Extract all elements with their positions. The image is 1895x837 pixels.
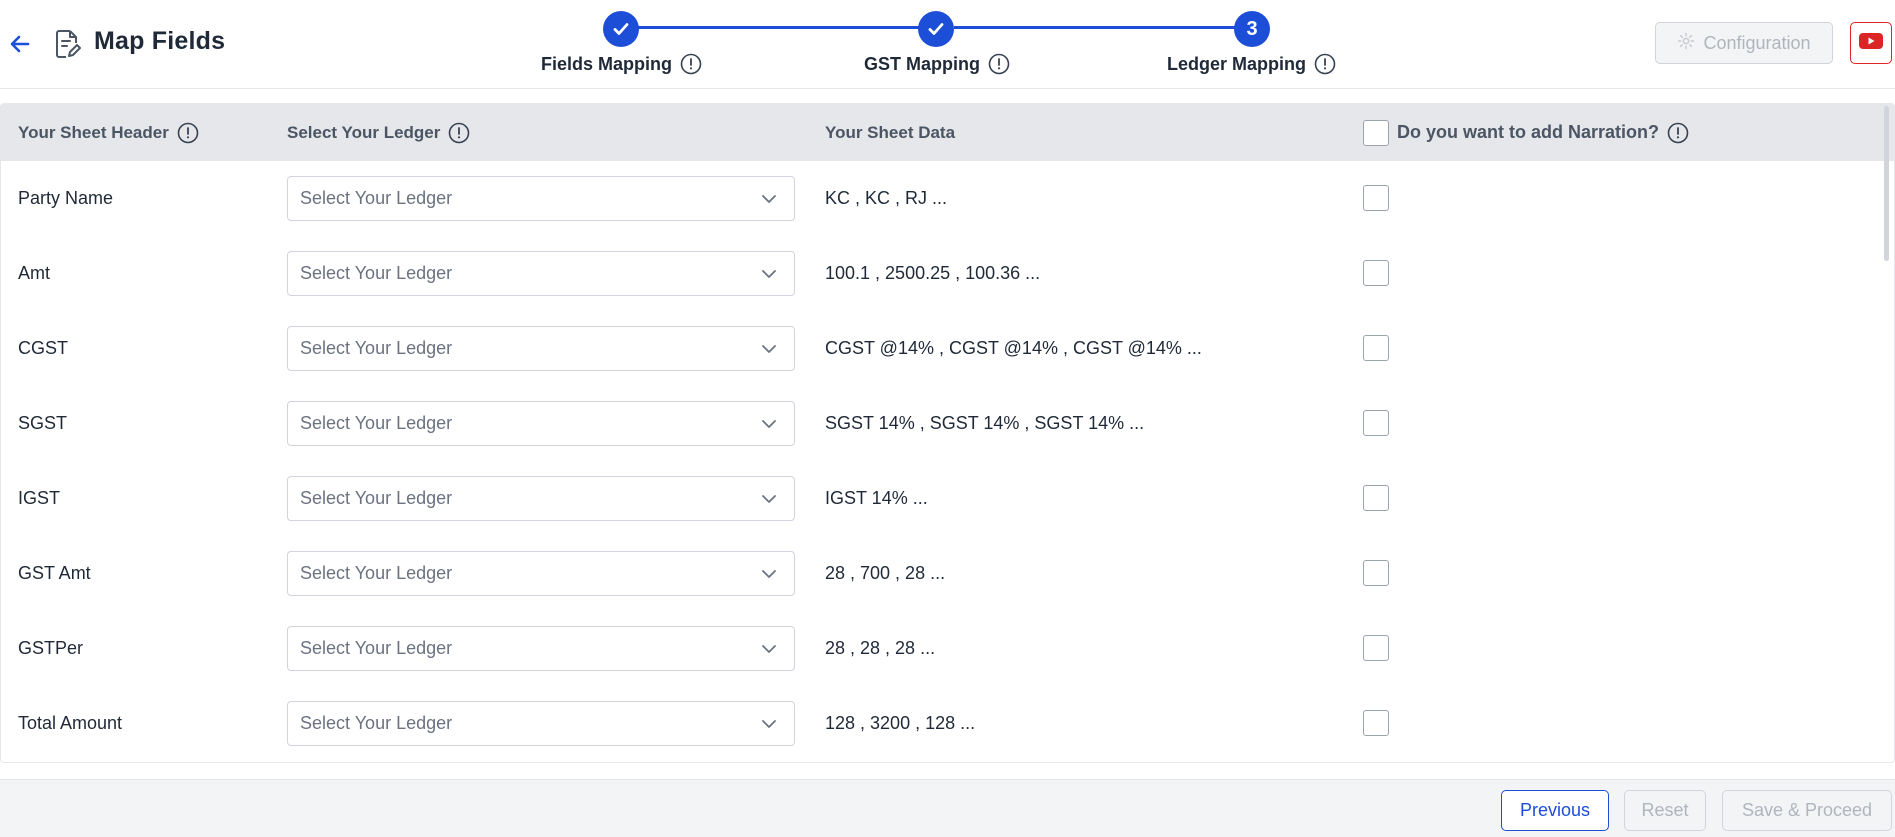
column-header-sheet-data: Your Sheet Data (825, 104, 955, 161)
chevron-down-icon (760, 640, 778, 658)
table-row: Total Amount Select Your Ledger 128 , 32… (1, 686, 1881, 761)
column-header-select-ledger: Select Your Ledger (287, 104, 470, 161)
step-1-text: Fields Mapping (541, 53, 673, 74)
row-sheet-header: GST Amt (18, 563, 91, 583)
select-placeholder: Select Your Ledger (300, 488, 453, 508)
row-sheet-data: KC , KC , RJ ... (825, 188, 948, 208)
chevron-down-icon (760, 265, 778, 283)
row-sheet-data: 28 , 28 , 28 ... (825, 638, 936, 658)
table-row: Amt Select Your Ledger 100.1 , 2500.25 ,… (1, 236, 1881, 311)
table-row: Party Name Select Your Ledger KC , KC , … (1, 161, 1881, 236)
ledger-select-dropdown[interactable]: Select Your Ledger (287, 176, 795, 221)
chevron-down-icon (760, 565, 778, 583)
narration-checkbox[interactable] (1363, 635, 1389, 661)
row-sheet-header: SGST (18, 413, 68, 433)
footer-bar: Previous Reset Save & Proceed (0, 779, 1895, 837)
reset-button[interactable]: Reset (1624, 790, 1706, 831)
row-sheet-header: GSTPer (18, 638, 84, 658)
narration-checkbox[interactable] (1363, 260, 1389, 286)
row-sheet-data: 100.1 , 2500.25 , 100.36 ... (825, 263, 1041, 283)
step-1-label[interactable]: Fields Mapping (541, 53, 702, 75)
ledger-mapping-table: Your Sheet Header Select Your Ledger You… (0, 103, 1895, 763)
document-edit-icon (53, 29, 81, 59)
select-placeholder: Select Your Ledger (300, 638, 453, 658)
table-row: CGST Select Your Ledger CGST @14% , CGST… (1, 311, 1881, 386)
row-sheet-header: Party Name (18, 188, 114, 208)
column-header-narration: Do you want to add Narration? (1363, 104, 1689, 161)
table-row: IGST Select Your Ledger IGST 14% ... (1, 461, 1881, 536)
ledger-select-dropdown[interactable]: Select Your Ledger (287, 626, 795, 671)
column-header-label: Your Sheet Data (825, 122, 956, 142)
ledger-select-dropdown[interactable]: Select Your Ledger (287, 326, 795, 371)
row-sheet-header: Total Amount (18, 713, 123, 733)
previous-button[interactable]: Previous (1501, 790, 1609, 831)
chevron-down-icon (760, 715, 778, 733)
ledger-select-dropdown[interactable]: Select Your Ledger (287, 251, 795, 296)
column-header-sheet-header: Your Sheet Header (18, 104, 199, 161)
step-3-text: Ledger Mapping (1167, 53, 1306, 74)
narration-checkbox[interactable] (1363, 560, 1389, 586)
vertical-scrollbar[interactable] (1884, 106, 1889, 261)
page-title: Map Fields (94, 27, 226, 55)
info-icon[interactable] (1667, 122, 1689, 144)
select-placeholder: Select Your Ledger (300, 713, 453, 733)
row-sheet-header: CGST (18, 338, 69, 358)
select-placeholder: Select Your Ledger (300, 263, 453, 283)
select-placeholder: Select Your Ledger (300, 563, 453, 583)
select-placeholder: Select Your Ledger (300, 188, 453, 208)
info-icon[interactable] (1314, 53, 1336, 75)
select-placeholder: Select Your Ledger (300, 338, 453, 358)
step-1-check-icon[interactable] (603, 11, 639, 47)
column-header-label: Your Sheet Header (18, 122, 169, 142)
ledger-select-dropdown[interactable]: Select Your Ledger (287, 701, 795, 746)
ledger-select-dropdown[interactable]: Select Your Ledger (287, 401, 795, 446)
ledger-select-dropdown[interactable]: Select Your Ledger (287, 551, 795, 596)
ledger-select-dropdown[interactable]: Select Your Ledger (287, 476, 795, 521)
chevron-down-icon (760, 415, 778, 433)
narration-checkbox[interactable] (1363, 710, 1389, 736)
table-header: Your Sheet Header Select Your Ledger You… (1, 104, 1894, 161)
narration-checkbox[interactable] (1363, 485, 1389, 511)
narration-select-all-checkbox[interactable] (1363, 119, 1389, 146)
info-icon[interactable] (177, 122, 199, 144)
step-2-text: GST Mapping (864, 53, 980, 74)
step-2-check-icon[interactable] (918, 11, 954, 47)
back-arrow-icon[interactable] (6, 30, 34, 58)
stepper-connector-1 (638, 26, 923, 29)
step-2-label[interactable]: GST Mapping (864, 53, 1010, 75)
column-header-label: Do you want to add Narration? (1397, 122, 1660, 142)
top-header: Map Fields Fields Mapping GST Mapping 3 … (0, 0, 1895, 89)
step-3-number[interactable]: 3 (1234, 11, 1270, 47)
narration-checkbox[interactable] (1363, 335, 1389, 361)
row-sheet-data: 128 , 3200 , 128 ... (825, 713, 976, 733)
row-sheet-data: SGST 14% , SGST 14% , SGST 14% ... (825, 413, 1145, 433)
column-header-label: Select Your Ledger (287, 122, 441, 142)
info-icon[interactable] (680, 53, 702, 75)
stepper-connector-2 (954, 26, 1254, 29)
save-proceed-button[interactable]: Save & Proceed (1722, 790, 1892, 831)
row-sheet-data: 28 , 700 , 28 ... (825, 563, 946, 583)
row-sheet-header: Amt (18, 263, 51, 283)
table-row: GSTPer Select Your Ledger 28 , 28 , 28 .… (1, 611, 1881, 686)
row-sheet-header: IGST (18, 488, 61, 508)
info-icon[interactable] (448, 122, 470, 144)
youtube-button[interactable] (1850, 22, 1892, 64)
step-3-label[interactable]: Ledger Mapping (1167, 53, 1336, 75)
info-icon[interactable] (988, 53, 1010, 75)
table-row: GST Amt Select Your Ledger 28 , 700 , 28… (1, 536, 1881, 611)
narration-checkbox[interactable] (1363, 410, 1389, 436)
configuration-button[interactable]: Configuration (1655, 22, 1833, 64)
narration-checkbox[interactable] (1363, 185, 1389, 211)
gear-icon (1677, 32, 1695, 55)
row-sheet-data: IGST 14% ... (825, 488, 928, 508)
select-placeholder: Select Your Ledger (300, 413, 453, 433)
chevron-down-icon (760, 340, 778, 358)
chevron-down-icon (760, 190, 778, 208)
youtube-icon (1858, 31, 1884, 56)
row-sheet-data: CGST @14% , CGST @14% , CGST @14% ... (825, 338, 1202, 358)
configuration-label: Configuration (1703, 32, 1811, 53)
table-row: SGST Select Your Ledger SGST 14% , SGST … (1, 386, 1881, 461)
chevron-down-icon (760, 490, 778, 508)
